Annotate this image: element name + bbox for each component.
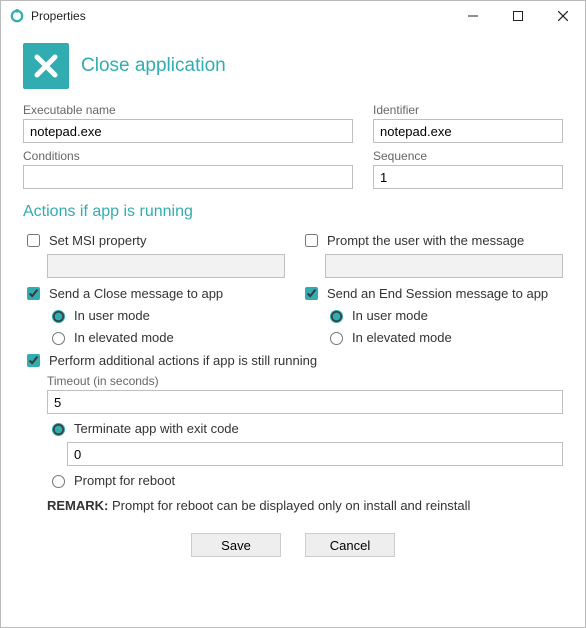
minimize-button[interactable]	[450, 2, 495, 31]
close-elev-mode-radio[interactable]	[52, 332, 65, 345]
save-button[interactable]: Save	[191, 533, 281, 557]
cancel-button[interactable]: Cancel	[305, 533, 395, 557]
terminate-code-input[interactable]	[67, 442, 563, 466]
sequence-input[interactable]	[373, 165, 563, 189]
app-icon	[9, 8, 25, 24]
perform-additional-label: Perform additional actions if app is sti…	[49, 353, 317, 368]
remark-body: Prompt for reboot can be displayed only …	[108, 498, 470, 513]
titlebar: Properties	[1, 1, 585, 31]
timeout-label: Timeout (in seconds)	[47, 374, 563, 388]
conditions-input[interactable]	[23, 165, 353, 189]
prompt-reboot-radio[interactable]	[52, 475, 65, 488]
identifier-label: Identifier	[373, 103, 563, 117]
page-title: Close application	[81, 55, 226, 77]
send-end-label: Send an End Session message to app	[327, 286, 548, 301]
prompt-reboot-label: Prompt for reboot	[74, 473, 175, 488]
terminate-radio[interactable]	[52, 423, 65, 436]
set-msi-label: Set MSI property	[49, 233, 147, 248]
end-user-mode-radio[interactable]	[330, 310, 343, 323]
end-elev-mode-label: In elevated mode	[352, 330, 452, 345]
properties-window: Properties Close application	[0, 0, 586, 628]
close-elev-mode-label: In elevated mode	[74, 330, 174, 345]
close-user-mode-label: In user mode	[74, 308, 150, 323]
exec-name-input[interactable]	[23, 119, 353, 143]
close-app-icon	[23, 43, 69, 89]
remark-prefix: REMARK:	[47, 498, 108, 513]
identifier-input[interactable]	[373, 119, 563, 143]
prompt-user-input[interactable]	[325, 254, 563, 278]
window-buttons	[450, 2, 585, 31]
send-close-label: Send a Close message to app	[49, 286, 223, 301]
terminate-label: Terminate app with exit code	[74, 421, 239, 436]
actions-section-title: Actions if app is running	[23, 203, 563, 221]
prompt-user-label: Prompt the user with the message	[327, 233, 524, 248]
remark-text: REMARK: Prompt for reboot can be display…	[47, 498, 563, 513]
content: Close application Executable name Identi…	[1, 31, 585, 627]
send-end-checkbox[interactable]	[305, 287, 318, 300]
maximize-button[interactable]	[495, 2, 540, 31]
close-window-button[interactable]	[540, 2, 585, 31]
send-close-checkbox[interactable]	[27, 287, 40, 300]
exec-name-label: Executable name	[23, 103, 353, 117]
conditions-label: Conditions	[23, 149, 353, 163]
sequence-label: Sequence	[373, 149, 563, 163]
set-msi-input[interactable]	[47, 254, 285, 278]
end-elev-mode-radio[interactable]	[330, 332, 343, 345]
close-user-mode-radio[interactable]	[52, 310, 65, 323]
prompt-user-checkbox[interactable]	[305, 234, 318, 247]
end-user-mode-label: In user mode	[352, 308, 428, 323]
header: Close application	[23, 43, 563, 89]
window-title: Properties	[31, 9, 86, 23]
perform-additional-checkbox[interactable]	[27, 354, 40, 367]
set-msi-checkbox[interactable]	[27, 234, 40, 247]
timeout-input[interactable]	[47, 390, 563, 414]
